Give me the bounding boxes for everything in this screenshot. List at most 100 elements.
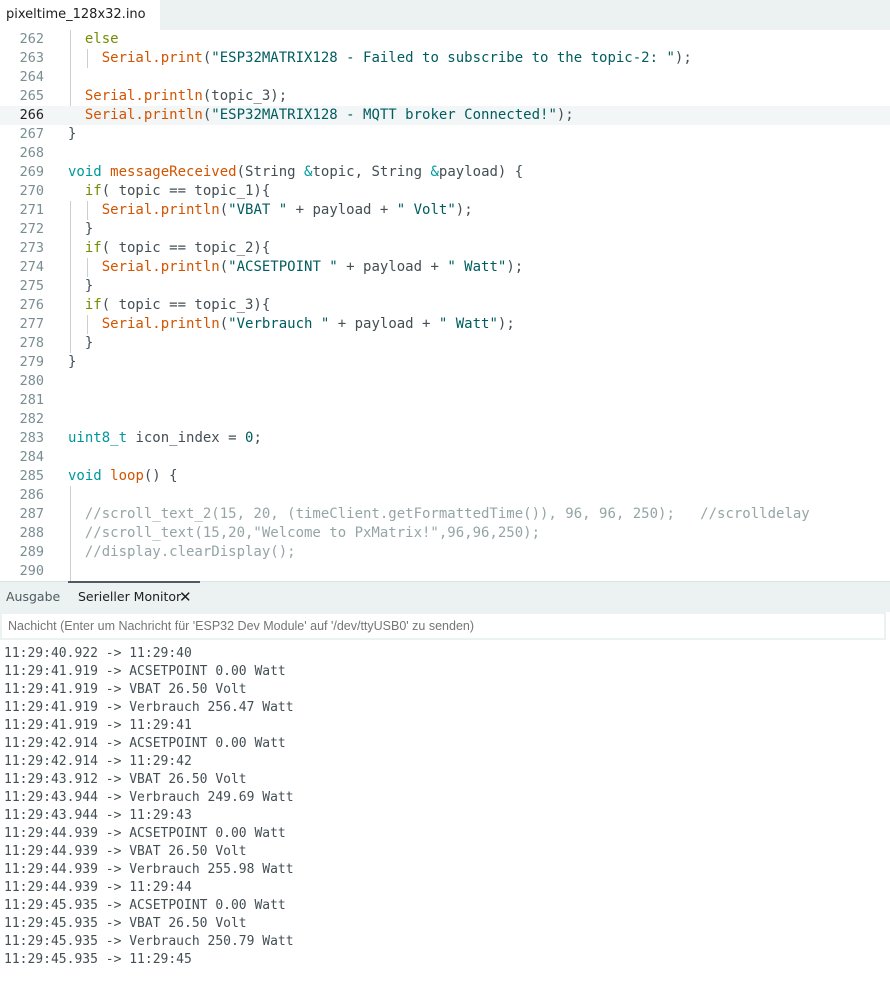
code-token: "ESP32MATRIX128 - Failed to subscribe to…	[211, 50, 675, 66]
code-line[interactable]: 269 void messageReceived(String &topic, S…	[0, 163, 890, 182]
serial-output-line: 11:29:42.914 -> 11:29:42	[4, 754, 192, 769]
code-text: Serial.println("Verbrauch " + payload + …	[68, 315, 890, 334]
code-line[interactable]: 262 else	[0, 30, 890, 49]
code-line[interactable]: 267}	[0, 125, 890, 144]
code-token: " Watt"	[447, 259, 507, 275]
serial-message-input[interactable]	[0, 612, 886, 640]
code-line[interactable]: 264	[0, 68, 890, 87]
code-token: );	[556, 107, 574, 123]
code-line[interactable]: 280	[0, 372, 890, 391]
serial-output-line: 11:29:43.944 -> 11:29:43	[4, 808, 192, 823]
code-token: void	[68, 468, 111, 484]
code-token: &	[430, 164, 439, 180]
code-text: if( topic == topic_3){	[68, 296, 890, 315]
editor-tab-bar: pixeltime_128x32.ino	[0, 0, 890, 30]
code-token: ( topic == topic_2){	[101, 240, 271, 256]
code-token: void	[68, 164, 111, 180]
line-number: 288	[19, 525, 44, 541]
code-line[interactable]: 277 Serial.println("Verbrauch " + payloa…	[0, 315, 890, 334]
serial-output-line: 11:29:44.939 -> 11:29:44	[4, 880, 192, 895]
code-text: Serial.println("ESP32MATRIX128 - MQTT br…	[68, 106, 890, 125]
line-number: 264	[19, 69, 44, 85]
code-line[interactable]: 285 void loop() {	[0, 467, 890, 486]
code-token: }	[68, 354, 77, 370]
tab-serial-monitor[interactable]: Serieller Monitor	[78, 582, 181, 612]
code-line[interactable]: 281	[0, 391, 890, 410]
code-text: if( topic == topic_2){	[68, 239, 890, 258]
code-line[interactable]: 265 Serial.println(topic_3);	[0, 87, 890, 106]
code-line[interactable]: 271 Serial.println("VBAT " + payload + "…	[0, 201, 890, 220]
code-token: () {	[143, 468, 178, 484]
file-tab-label: pixeltime_128x32.ino	[6, 7, 146, 22]
line-number: 267	[19, 126, 44, 142]
code-token: messageReceived	[110, 164, 237, 180]
code-line[interactable]: 288 //scroll_text(15,20,"Welcome to PxMa…	[0, 524, 890, 543]
close-icon[interactable]: ✕	[179, 582, 192, 612]
code-text: }	[68, 334, 890, 353]
line-number: 274	[19, 259, 44, 275]
code-line[interactable]: 268	[0, 144, 890, 163]
code-text: Serial.print("ESP32MATRIX128 - Failed to…	[68, 49, 890, 68]
code-token: (	[219, 202, 229, 218]
serial-output-line: 11:29:43.912 -> VBAT 26.50 Volt	[4, 772, 247, 787]
code-line[interactable]: 278 }	[0, 334, 890, 353]
code-token: if	[68, 183, 102, 199]
code-text: else	[68, 30, 890, 49]
tab-ausgabe[interactable]: Ausgabe	[6, 582, 60, 612]
code-line[interactable]: 287 //scroll_text_2(15, 20, (timeClient.…	[0, 505, 890, 524]
code-token: uint8_t	[68, 430, 128, 446]
code-line[interactable]: 286	[0, 486, 890, 505]
code-line[interactable]: 290	[0, 562, 890, 581]
code-token: "VBAT "	[228, 202, 288, 218]
code-line[interactable]: 266 Serial.println("ESP32MATRIX128 - MQT…	[0, 106, 890, 125]
code-token: ;	[253, 430, 262, 446]
code-line[interactable]: 289 //display.clearDisplay();	[0, 543, 890, 562]
code-text: uint8_t icon_index = 0;	[68, 429, 890, 448]
serial-output-line: 11:29:45.935 -> VBAT 26.50 Volt	[4, 916, 247, 931]
code-token: Serial.println	[68, 88, 203, 104]
code-line[interactable]: 275 }	[0, 277, 890, 296]
code-text: if( topic == topic_1){	[68, 182, 890, 201]
line-number: 266	[19, 107, 44, 123]
code-text: //scroll_text_2(15, 20, (timeClient.getF…	[68, 505, 890, 524]
code-editor[interactable]: 262 else 263 Serial.print("ESP32MATRIX128…	[0, 30, 890, 581]
serial-output-line: 11:29:44.939 -> ACSETPOINT 0.00 Watt	[4, 826, 286, 841]
serial-monitor-output[interactable]: 11:29:40.922 -> 11:29:40 11:29:41.919 -> …	[0, 645, 890, 985]
code-line[interactable]: 283 uint8_t icon_index = 0;	[0, 429, 890, 448]
serial-output-line: 11:29:45.935 -> Verbrauch 250.79 Watt	[4, 934, 294, 949]
line-number: 290	[19, 563, 44, 579]
code-text: }	[68, 220, 890, 239]
code-token: icon_index =	[127, 430, 246, 446]
code-line[interactable]: 273 if( topic == topic_2){	[0, 239, 890, 258]
code-line[interactable]: 274 Serial.println("ACSETPOINT " + paylo…	[0, 258, 890, 277]
code-token: + payload +	[337, 259, 448, 275]
code-token: );	[455, 202, 473, 218]
code-line[interactable]: 270 if( topic == topic_1){	[0, 182, 890, 201]
serial-output-line: 11:29:45.935 -> 11:29:45	[4, 952, 192, 967]
code-line[interactable]: 263 Serial.print("ESP32MATRIX128 - Faile…	[0, 49, 890, 68]
code-text: //scroll_text(15,20,"Welcome to PxMatrix…	[68, 524, 890, 543]
line-number: 280	[19, 373, 44, 389]
code-line[interactable]: 272 }	[0, 220, 890, 239]
code-token: if	[68, 240, 102, 256]
code-line[interactable]: 284	[0, 448, 890, 467]
code-line[interactable]: 279}	[0, 353, 890, 372]
code-text: Serial.println(topic_3);	[68, 87, 890, 106]
serial-output-line: 11:29:41.919 -> 11:29:41	[4, 718, 192, 733]
code-token: payload) {	[438, 164, 524, 180]
code-text: }	[68, 353, 890, 372]
code-token: }	[68, 126, 77, 142]
code-line[interactable]: 282	[0, 410, 890, 429]
code-token: Serial.println	[68, 316, 220, 332]
code-token: );	[506, 259, 524, 275]
file-tab[interactable]: pixeltime_128x32.ino	[0, 0, 160, 30]
serial-output-line: 11:29:42.914 -> ACSETPOINT 0.00 Watt	[4, 736, 286, 751]
active-tab-indicator	[68, 581, 200, 583]
code-text: }	[68, 277, 890, 296]
serial-output-line: 11:29:41.919 -> Verbrauch 256.47 Watt	[4, 700, 294, 715]
code-line[interactable]: 276 if( topic == topic_3){	[0, 296, 890, 315]
line-number: 265	[19, 88, 44, 104]
line-number: 278	[19, 335, 44, 351]
code-token: + payload +	[329, 316, 439, 332]
code-token: //scroll_text_2(15, 20, (timeClient.getF…	[68, 506, 810, 522]
